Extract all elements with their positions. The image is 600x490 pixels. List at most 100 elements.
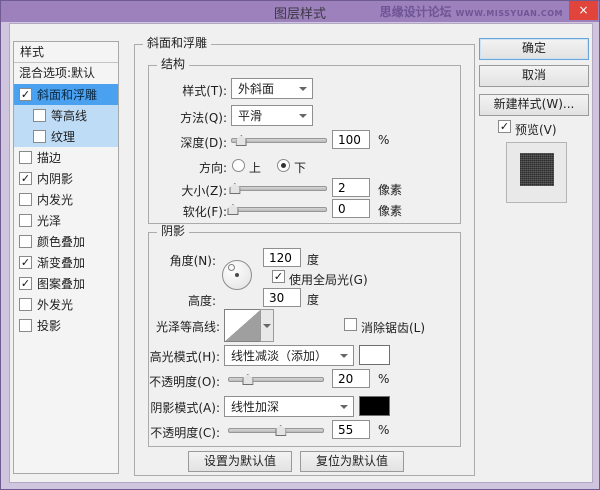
soften-label: 软化(F): xyxy=(182,205,227,219)
gloss-contour-swatch[interactable] xyxy=(224,309,261,342)
size-input[interactable] xyxy=(332,178,370,197)
global-light-checkbox[interactable]: ✓ xyxy=(272,270,285,283)
sidebar-item-satin[interactable]: 光泽 xyxy=(14,210,118,231)
sidebar-item-label: 渐变叠加 xyxy=(37,256,86,270)
size-label: 大小(Z): xyxy=(181,184,227,198)
chevron-down-icon xyxy=(299,86,307,91)
anti-alias-checkbox[interactable] xyxy=(344,318,357,331)
soften-input[interactable] xyxy=(332,199,370,218)
depth-slider[interactable] xyxy=(231,135,327,146)
sidebar-item-stroke[interactable]: 描边 xyxy=(14,147,118,168)
sidebar-item-blending-options[interactable]: 混合选项:默认 xyxy=(14,63,118,84)
shading-group-title: 阴影 xyxy=(157,224,190,239)
sidebar-item-drop-shadow[interactable]: 投影 xyxy=(14,315,118,336)
preview-label[interactable]: 预览(V) xyxy=(515,121,557,138)
sidebar-item-gradient-overlay[interactable]: ✓ 渐变叠加 xyxy=(14,252,118,273)
sidebar-item-label: 内发光 xyxy=(37,193,74,207)
sidebar-item-bevel-emboss[interactable]: ✓ 斜面和浮雕 xyxy=(14,84,118,105)
soften-slider[interactable] xyxy=(227,204,327,215)
highlight-mode-dropdown[interactable]: 线性减淡（添加） xyxy=(224,345,354,366)
sidebar-item-contour[interactable]: 等高线 xyxy=(14,105,118,126)
sidebar-item-label: 斜面和浮雕 xyxy=(37,88,98,102)
new-style-button[interactable]: 新建样式(W)... xyxy=(479,94,589,116)
depth-input[interactable] xyxy=(332,130,370,149)
sidebar-item-color-overlay[interactable]: 颜色叠加 xyxy=(14,231,118,252)
chevron-down-icon xyxy=(340,404,348,409)
titlebar[interactable]: 图层样式 思缘设计论坛 WWW.MISSYUAN.COM xyxy=(1,1,599,22)
angle-dial[interactable] xyxy=(222,260,252,290)
checkbox[interactable]: ✓ xyxy=(19,256,32,269)
watermark-url: WWW.MISSYUAN.COM xyxy=(455,9,563,18)
checkbox[interactable] xyxy=(19,151,32,164)
technique-dropdown[interactable]: 平滑 xyxy=(231,105,313,126)
bevel-style-value: 外斜面 xyxy=(238,82,275,96)
checkbox[interactable] xyxy=(19,214,32,227)
size-unit: 像素 xyxy=(378,183,403,197)
sidebar-item-pattern-overlay[interactable]: ✓ 图案叠加 xyxy=(14,273,118,294)
direction-label: 方向: xyxy=(198,161,227,175)
anti-alias-label[interactable]: 消除锯齿(L) xyxy=(361,319,425,336)
bevel-style-dropdown[interactable]: 外斜面 xyxy=(231,78,313,99)
highlight-color-swatch[interactable] xyxy=(359,345,390,365)
angle-dial-knob[interactable] xyxy=(228,264,235,271)
sidebar-item-outer-glow[interactable]: 外发光 xyxy=(14,294,118,315)
style-label: 样式(T): xyxy=(182,84,227,98)
sidebar-item-label: 内阴影 xyxy=(37,172,74,186)
sidebar-item-label: 光泽 xyxy=(37,214,62,228)
sidebar-item-inner-shadow[interactable]: ✓ 内阴影 xyxy=(14,168,118,189)
structure-group-title: 结构 xyxy=(157,57,190,72)
checkbox[interactable] xyxy=(19,235,32,248)
chevron-down-icon xyxy=(299,113,307,118)
chevron-down-icon xyxy=(263,323,271,328)
altitude-input[interactable] xyxy=(263,288,301,307)
close-icon[interactable]: × xyxy=(569,1,598,20)
direction-up-label[interactable]: 上 xyxy=(249,159,261,176)
watermark: 思缘设计论坛 WWW.MISSYUAN.COM xyxy=(380,3,563,20)
shadow-color-swatch[interactable] xyxy=(359,396,390,416)
checkbox[interactable]: ✓ xyxy=(19,172,32,185)
checkbox[interactable] xyxy=(19,298,32,311)
altitude-unit: 度 xyxy=(307,293,320,307)
sidebar-item-inner-glow[interactable]: 内发光 xyxy=(14,189,118,210)
cancel-button[interactable]: 取消 xyxy=(479,65,589,87)
shadow-mode-label: 阴影模式(A): xyxy=(150,401,220,415)
highlight-opacity-slider[interactable] xyxy=(228,374,324,385)
direction-up-radio[interactable] xyxy=(232,159,245,172)
highlight-mode-label: 高光模式(H): xyxy=(149,350,220,364)
checkbox[interactable] xyxy=(33,130,46,143)
altitude-label: 高度: xyxy=(187,294,216,308)
preview-thumbnail xyxy=(506,142,567,203)
checkbox[interactable]: ✓ xyxy=(19,277,32,290)
sidebar-item-label: 等高线 xyxy=(51,109,88,123)
shadow-mode-dropdown[interactable]: 线性加深 xyxy=(224,396,354,417)
shadow-opacity-input[interactable] xyxy=(332,420,370,439)
angle-input[interactable] xyxy=(263,248,301,267)
shadow-mode-value: 线性加深 xyxy=(231,400,280,414)
direction-down-label[interactable]: 下 xyxy=(294,159,306,176)
depth-unit: % xyxy=(378,133,390,147)
highlight-opacity-input[interactable] xyxy=(332,369,370,388)
checkbox[interactable] xyxy=(33,109,46,122)
styles-header: 样式 xyxy=(14,42,118,63)
set-default-button[interactable]: 设置为默认值 xyxy=(188,451,292,472)
chevron-down-icon xyxy=(340,353,348,358)
sidebar-item-label: 图案叠加 xyxy=(37,277,86,291)
highlight-opacity-unit: % xyxy=(378,372,390,386)
depth-label: 深度(D): xyxy=(180,136,227,150)
checkbox[interactable]: ✓ xyxy=(19,88,32,101)
gloss-contour-dropdown[interactable] xyxy=(260,309,274,342)
size-slider[interactable] xyxy=(229,183,327,194)
checkbox[interactable] xyxy=(19,319,32,332)
shadow-opacity-unit: % xyxy=(378,423,390,437)
layer-style-dialog: 图层样式 思缘设计论坛 WWW.MISSYUAN.COM × 样式 混合选项:默… xyxy=(0,0,600,490)
angle-dial-center xyxy=(235,273,239,277)
ok-button[interactable]: 确定 xyxy=(479,38,589,60)
reset-default-button[interactable]: 复位为默认值 xyxy=(300,451,404,472)
global-light-label[interactable]: 使用全局光(G) xyxy=(289,271,368,288)
direction-down-radio[interactable] xyxy=(277,159,290,172)
shadow-opacity-slider[interactable] xyxy=(228,425,324,436)
styles-sidebar: 样式 混合选项:默认 ✓ 斜面和浮雕 等高线 纹理 描边 ✓ 内阴影 内发光 光… xyxy=(13,41,119,474)
preview-checkbox[interactable]: ✓ xyxy=(498,120,511,133)
checkbox[interactable] xyxy=(19,193,32,206)
sidebar-item-texture[interactable]: 纹理 xyxy=(14,126,118,147)
